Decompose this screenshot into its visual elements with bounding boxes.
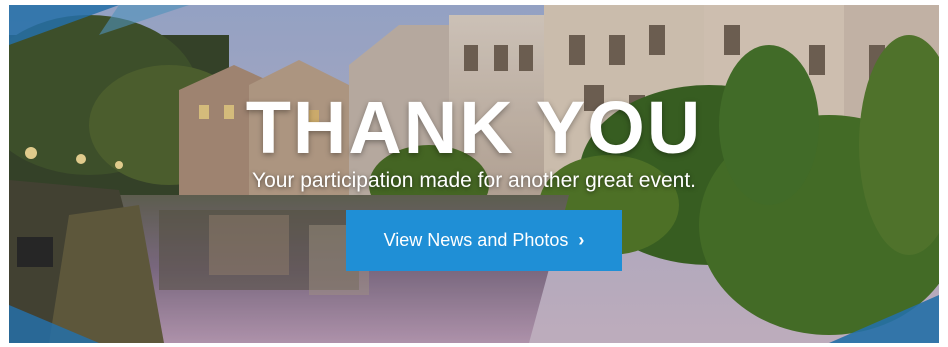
cta-label: View News and Photos xyxy=(383,230,569,250)
view-news-and-photos-button[interactable]: View News and Photos › xyxy=(346,210,622,271)
banner-subheadline: Your participation made for another grea… xyxy=(251,169,696,192)
thank-you-banner: THANK YOU Your participation made for an… xyxy=(9,5,939,343)
chevron-right-icon: › xyxy=(578,230,585,250)
banner-headline: THANK YOU xyxy=(245,86,703,169)
